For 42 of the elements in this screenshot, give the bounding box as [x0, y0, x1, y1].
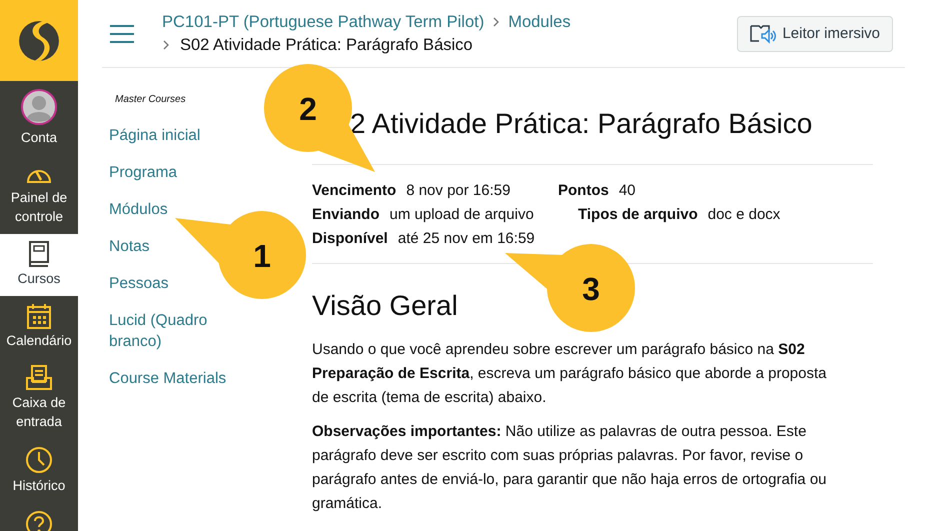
calendar-icon [27, 303, 51, 329]
detail-value: 40 [618, 181, 636, 201]
detail-label: Vencimento [312, 181, 396, 201]
menu-icon[interactable] [110, 24, 134, 42]
section-heading: Visão Geral [312, 290, 459, 322]
course-nav-link[interactable]: Programa [109, 162, 178, 183]
detail-label: Tipos de arquivo [578, 205, 698, 225]
course-nav-heading: Master Courses [115, 94, 187, 105]
help-icon [25, 510, 53, 531]
inbox-icon [26, 365, 52, 391]
book-icon [28, 241, 50, 267]
page-title: 2 Atividade Prática: Parágrafo Básico [350, 108, 812, 140]
course-nav-link[interactable]: Página inicial [109, 125, 200, 146]
avatar-icon [20, 88, 58, 126]
detail-label: Pontos [558, 181, 609, 201]
detail-label: Disponível [312, 229, 388, 249]
chevron-icon [162, 40, 170, 50]
chevron-icon [492, 17, 500, 27]
breadcrumb-current: S02 Atividade Prática: Parágrafo Básico [180, 36, 473, 54]
course-nav-link[interactable]: Pessoas [109, 273, 168, 294]
breadcrumb-link[interactable]: Modules [508, 12, 571, 32]
logo-tile[interactable] [0, 0, 78, 81]
reader-icon [750, 24, 776, 44]
detail-value: 8 nov por 16:59 [406, 181, 510, 201]
global-nav-item[interactable]: Painel de controle [0, 155, 78, 234]
clock-icon [25, 446, 53, 474]
detail-value: doc e docx [708, 205, 780, 225]
global-nav-item[interactable]: Histórico [0, 439, 78, 503]
immersive-reader-button[interactable]: Leitor imersivo [737, 16, 893, 52]
course-nav-link[interactable]: Course Materials [109, 368, 226, 389]
course-nav-link[interactable]: Notas [109, 236, 150, 257]
global-nav-item[interactable]: Calendário [0, 296, 78, 358]
global-nav-item[interactable]: Cursos [0, 234, 78, 296]
course-nav-link[interactable]: Lucid (Quadro branco) [109, 310, 234, 352]
paragraph: Usando o que você aprendeu sobre escrever um parágrafo básico na S02 Preparação de Escrita, escreva um parágrafo básico que aborde a proposta de escrita (tema de escrita) abaixo. [312, 340, 828, 408]
detail-label: Enviando [312, 205, 380, 225]
paragraph: Observações importantes: Não utilize as palavras de outra pessoa. Este parágrafo deve ser escrito com suas próprias palavras. Por favor, revise o parágrafo antes de enviá-lo, para garantir que não haja erros de ortografia ou gramática. [312, 422, 828, 514]
breadcrumb-link[interactable]: PC101-PT (Portuguese Pathway Term Pilot) [162, 12, 484, 32]
course-nav-link[interactable]: Módulos [109, 199, 168, 220]
global-nav-item[interactable]: Conta [0, 81, 78, 155]
detail-value: um upload de arquivo [390, 205, 534, 225]
global-nav-item[interactable]: Caixa de entrada [0, 358, 78, 439]
